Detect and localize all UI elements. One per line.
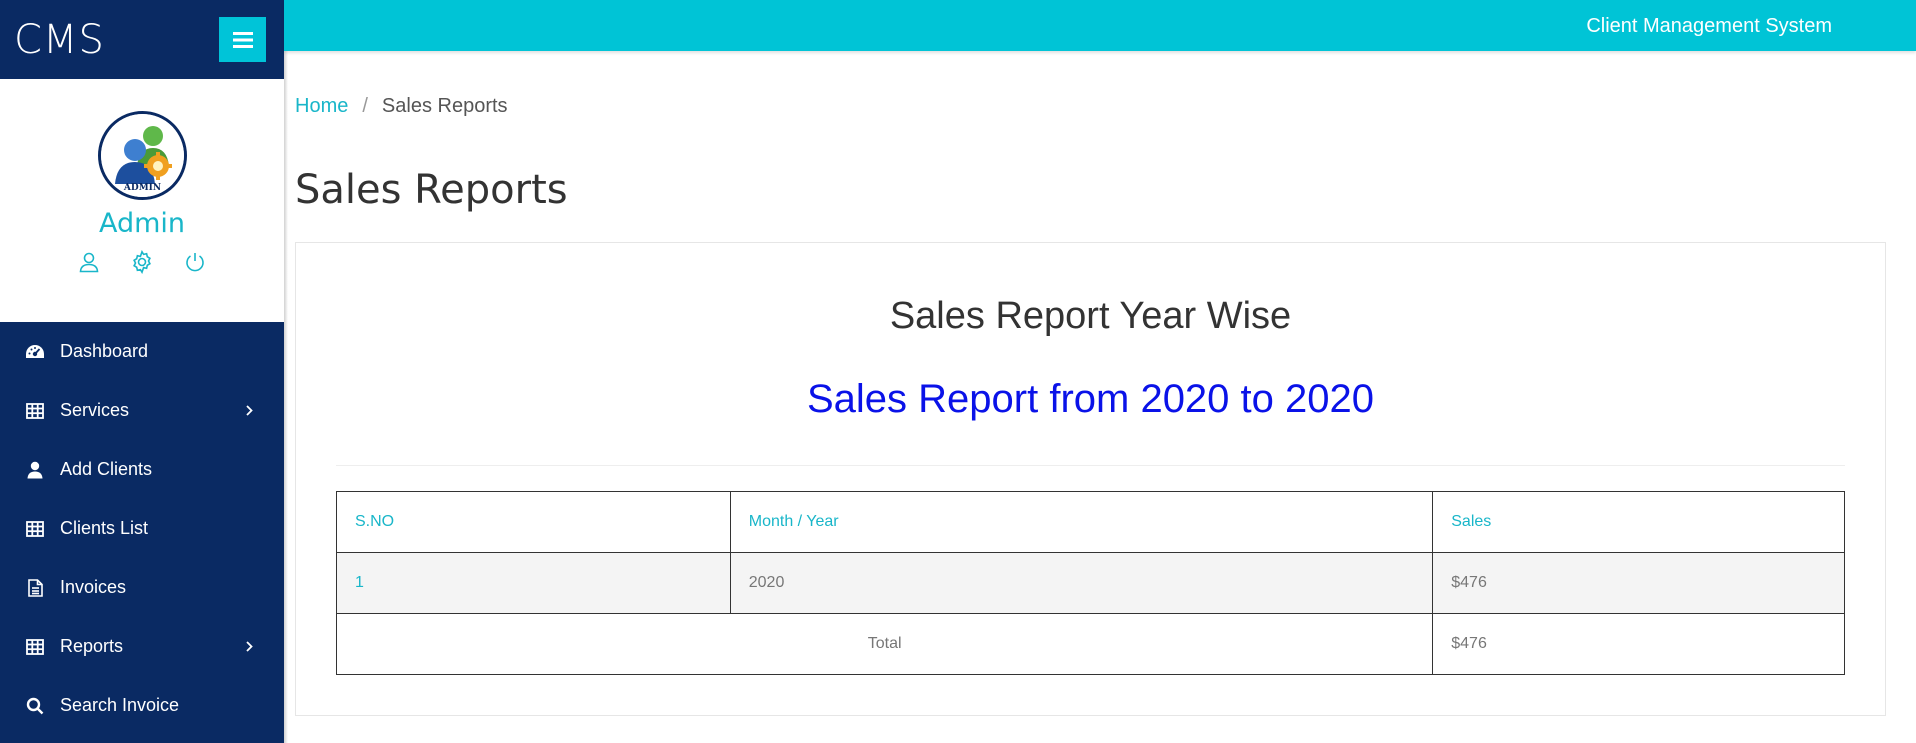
dashboard-icon — [25, 342, 45, 362]
sidebar-item-label: Dashboard — [60, 341, 149, 361]
breadcrumb: Home / Sales Reports — [295, 95, 508, 118]
sidebar-item-label: Clients List — [60, 518, 149, 538]
sidebar-nav: Dashboard Services Add Clients Clients L… — [0, 322, 284, 735]
table-icon — [25, 401, 45, 421]
table-icon — [25, 637, 45, 657]
sidebar-item-label: Invoices — [60, 577, 127, 597]
user-icon — [25, 460, 45, 480]
report-card: Sales Report Year Wise Sales Report from… — [295, 242, 1886, 716]
sidebar-item-clients-list[interactable]: Clients List — [0, 499, 284, 558]
breadcrumb-current: Sales Reports — [381, 95, 508, 117]
divider — [336, 465, 1845, 466]
gear-icon[interactable] — [129, 249, 155, 275]
table-total-row: Total $476 — [335, 613, 1845, 675]
menu-toggle-button[interactable] — [219, 17, 266, 62]
breadcrumb-separator: / — [362, 95, 368, 117]
top-bar: Client Management System — [284, 0, 1916, 51]
total-value: $476 — [1432, 613, 1845, 675]
sidebar-item-search-invoice[interactable]: Search Invoice — [0, 676, 284, 735]
profile-name: Admin — [98, 208, 186, 239]
profile-panel: ADMIN Admin — [0, 79, 284, 322]
report-title: Sales Report Year Wise — [889, 295, 1292, 337]
table-row: 1 2020 $476 — [336, 552, 1845, 614]
cell-month-year: 2020 — [729, 552, 1434, 614]
cell-sales: $476 — [1432, 552, 1845, 614]
report-subtitle: Sales Report from 2020 to 2020 — [806, 377, 1374, 421]
svg-text:ADMIN: ADMIN — [122, 183, 160, 193]
user-icon[interactable] — [76, 249, 102, 275]
column-header-month-year: Month / Year — [729, 491, 1434, 553]
page-title: Sales Reports — [295, 167, 568, 213]
sidebar-item-label: Services — [60, 400, 130, 420]
table-header-row: S.NO Month / Year Sales — [336, 491, 1845, 553]
sidebar-item-label: Reports — [60, 636, 124, 656]
sidebar-item-dashboard[interactable]: Dashboard — [0, 322, 284, 381]
sidebar-item-label: Search Invoice — [60, 695, 180, 715]
admin-avatar-image: ADMIN — [100, 114, 184, 197]
avatar[interactable]: ADMIN — [97, 111, 187, 200]
file-icon — [25, 578, 45, 598]
table-icon — [25, 519, 45, 539]
breadcrumb-home-link[interactable]: Home — [295, 95, 348, 118]
app-title: Client Management System — [1586, 15, 1832, 37]
sidebar-item-label: Add Clients — [60, 459, 153, 479]
cell-sno: 1 — [336, 552, 731, 614]
column-header-sales: Sales — [1432, 491, 1845, 553]
brand-bar: CMS — [0, 0, 284, 79]
hamburger-icon — [232, 31, 253, 48]
search-icon — [25, 696, 45, 716]
sales-report-table: S.NO Month / Year Sales 1 2020 $476 Tota… — [335, 491, 1845, 675]
brand-title[interactable]: CMS — [14, 17, 105, 63]
sidebar-item-services[interactable]: Services — [0, 381, 284, 440]
sidebar: CMS ADMIN Admin Dashboard Services Add C… — [0, 0, 284, 743]
chevron-right-icon — [245, 400, 253, 421]
profile-actions — [76, 249, 208, 275]
sidebar-item-reports[interactable]: Reports — [0, 617, 284, 676]
sidebar-item-add-clients[interactable]: Add Clients — [0, 440, 284, 499]
power-icon[interactable] — [182, 249, 208, 275]
column-header-sno: S.NO — [336, 491, 731, 553]
chevron-right-icon — [245, 636, 253, 657]
sidebar-shadow — [284, 0, 288, 743]
sidebar-item-invoices[interactable]: Invoices — [0, 558, 284, 617]
total-label: Total — [335, 613, 1434, 675]
